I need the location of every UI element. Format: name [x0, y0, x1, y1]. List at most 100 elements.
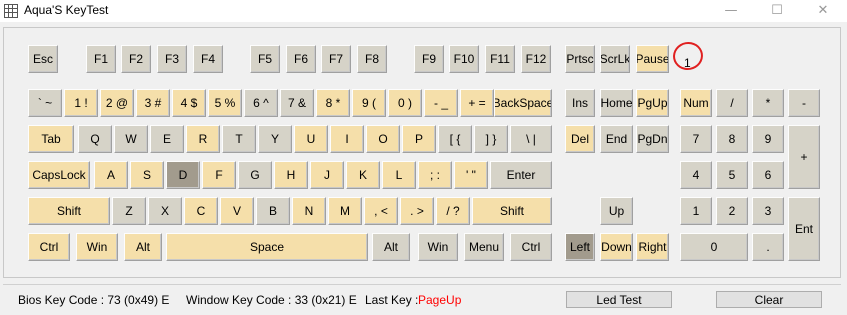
key-9-56[interactable]: 9	[752, 125, 784, 153]
key-sym-36[interactable]: -	[788, 89, 820, 117]
key-f10-10[interactable]: F10	[449, 45, 479, 73]
key-alt-93[interactable]: Alt	[124, 233, 162, 261]
key-backspace-29[interactable]: BackSpace	[494, 89, 552, 117]
key-pgdn-53[interactable]: PgDn	[636, 125, 669, 153]
key-sym-82[interactable]: , <	[364, 197, 398, 225]
key-3-89[interactable]: 3	[752, 197, 784, 225]
key-c-77[interactable]: C	[184, 197, 218, 225]
key-sym-49[interactable]: ] }	[474, 125, 508, 153]
key-o-46[interactable]: O	[366, 125, 400, 153]
key-d-61[interactable]: D	[166, 161, 200, 189]
key-f4-4[interactable]: F4	[193, 45, 223, 73]
key-5-72[interactable]: 5	[716, 161, 748, 189]
key-f-62[interactable]: F	[202, 161, 236, 189]
key-right-101[interactable]: Right	[636, 233, 669, 261]
key-4-20[interactable]: 4 $	[172, 89, 206, 117]
led-test-button[interactable]: Led Test	[566, 291, 672, 308]
key-shift-85[interactable]: Shift	[472, 197, 552, 225]
key-4-71[interactable]: 4	[680, 161, 712, 189]
key-9-25[interactable]: 9 (	[352, 89, 386, 117]
key-w-39[interactable]: W	[114, 125, 148, 153]
key-ctrl-91[interactable]: Ctrl	[28, 233, 70, 261]
key-sym-28[interactable]: + =	[460, 89, 494, 117]
key-7-54[interactable]: 7	[680, 125, 712, 153]
key-e-40[interactable]: E	[150, 125, 184, 153]
key-sym-69[interactable]: ' "	[454, 161, 488, 189]
key-b-79[interactable]: B	[256, 197, 290, 225]
key-j-65[interactable]: J	[310, 161, 344, 189]
key-6-73[interactable]: 6	[752, 161, 784, 189]
key-f12-12[interactable]: F12	[521, 45, 551, 73]
key-enter-70[interactable]: Enter	[490, 161, 552, 189]
key-0-26[interactable]: 0 )	[388, 89, 422, 117]
key-g-63[interactable]: G	[238, 161, 272, 189]
key-f9-9[interactable]: F9	[414, 45, 444, 73]
key-capslock-58[interactable]: CapsLock	[28, 161, 90, 189]
key-n-80[interactable]: N	[292, 197, 326, 225]
key-ctrl-98[interactable]: Ctrl	[510, 233, 552, 261]
key-ent-90[interactable]: Ent	[788, 197, 820, 261]
key-f6-6[interactable]: F6	[286, 45, 316, 73]
key-2-88[interactable]: 2	[716, 197, 748, 225]
key-x-76[interactable]: X	[148, 197, 182, 225]
key-0-102[interactable]: 0	[680, 233, 748, 261]
key-i-45[interactable]: I	[330, 125, 364, 153]
key-r-41[interactable]: R	[186, 125, 220, 153]
key-m-81[interactable]: M	[328, 197, 362, 225]
key-q-38[interactable]: Q	[78, 125, 112, 153]
key-v-78[interactable]: V	[220, 197, 254, 225]
key-h-64[interactable]: H	[274, 161, 308, 189]
key-f1-1[interactable]: F1	[86, 45, 116, 73]
key-f3-3[interactable]: F3	[157, 45, 187, 73]
key-alt-95[interactable]: Alt	[372, 233, 410, 261]
key-up-86[interactable]: Up	[600, 197, 633, 225]
key-z-75[interactable]: Z	[112, 197, 146, 225]
key-sym-83[interactable]: . >	[400, 197, 434, 225]
key-f2-2[interactable]: F2	[121, 45, 151, 73]
key-l-67[interactable]: L	[382, 161, 416, 189]
key-sym-50[interactable]: \ |	[510, 125, 552, 153]
key-prtsc-13[interactable]: Prtsc	[565, 45, 595, 73]
key-tab-37[interactable]: Tab	[28, 125, 74, 153]
key-win-96[interactable]: Win	[418, 233, 458, 261]
key-u-44[interactable]: U	[294, 125, 328, 153]
key-space-94[interactable]: Space	[166, 233, 368, 261]
key-left-99[interactable]: Left	[565, 233, 595, 261]
key-1-17[interactable]: 1 !	[64, 89, 98, 117]
key-s-60[interactable]: S	[130, 161, 164, 189]
maximize-button[interactable]: ☐	[754, 0, 800, 22]
key-a-59[interactable]: A	[94, 161, 128, 189]
key-esc-0[interactable]: Esc	[28, 45, 58, 73]
key-7-23[interactable]: 7 &	[280, 89, 314, 117]
key-1-87[interactable]: 1	[680, 197, 712, 225]
key-home-31[interactable]: Home	[600, 89, 633, 117]
key-pgup-32[interactable]: PgUp	[636, 89, 669, 117]
key-shift-74[interactable]: Shift	[28, 197, 110, 225]
key-p-47[interactable]: P	[402, 125, 436, 153]
key-sym-34[interactable]: /	[716, 89, 748, 117]
key-sym-48[interactable]: [ {	[438, 125, 472, 153]
key-win-92[interactable]: Win	[76, 233, 118, 261]
key-sym-68[interactable]: ; :	[418, 161, 452, 189]
key-5-21[interactable]: 5 %	[208, 89, 242, 117]
key-8-55[interactable]: 8	[716, 125, 748, 153]
clear-button[interactable]: Clear	[716, 291, 822, 308]
key-ins-30[interactable]: Ins	[565, 89, 595, 117]
key-scrlk-14[interactable]: ScrLk	[600, 45, 630, 73]
key-del-51[interactable]: Del	[565, 125, 595, 153]
key-8-24[interactable]: 8 *	[316, 89, 350, 117]
key-f11-11[interactable]: F11	[485, 45, 515, 73]
key-y-43[interactable]: Y	[258, 125, 292, 153]
key-6-22[interactable]: 6 ^	[244, 89, 278, 117]
key-pause-15[interactable]: Pause	[636, 45, 669, 73]
key-sym-103[interactable]: .	[752, 233, 784, 261]
key-down-100[interactable]: Down	[600, 233, 633, 261]
key-menu-97[interactable]: Menu	[464, 233, 504, 261]
minimize-button[interactable]: —	[708, 0, 754, 22]
key-k-66[interactable]: K	[346, 161, 380, 189]
key-end-52[interactable]: End	[600, 125, 633, 153]
key-3-19[interactable]: 3 #	[136, 89, 170, 117]
key-sym-57[interactable]: +	[788, 125, 820, 189]
key-t-42[interactable]: T	[222, 125, 256, 153]
key-sym-27[interactable]: - _	[424, 89, 458, 117]
